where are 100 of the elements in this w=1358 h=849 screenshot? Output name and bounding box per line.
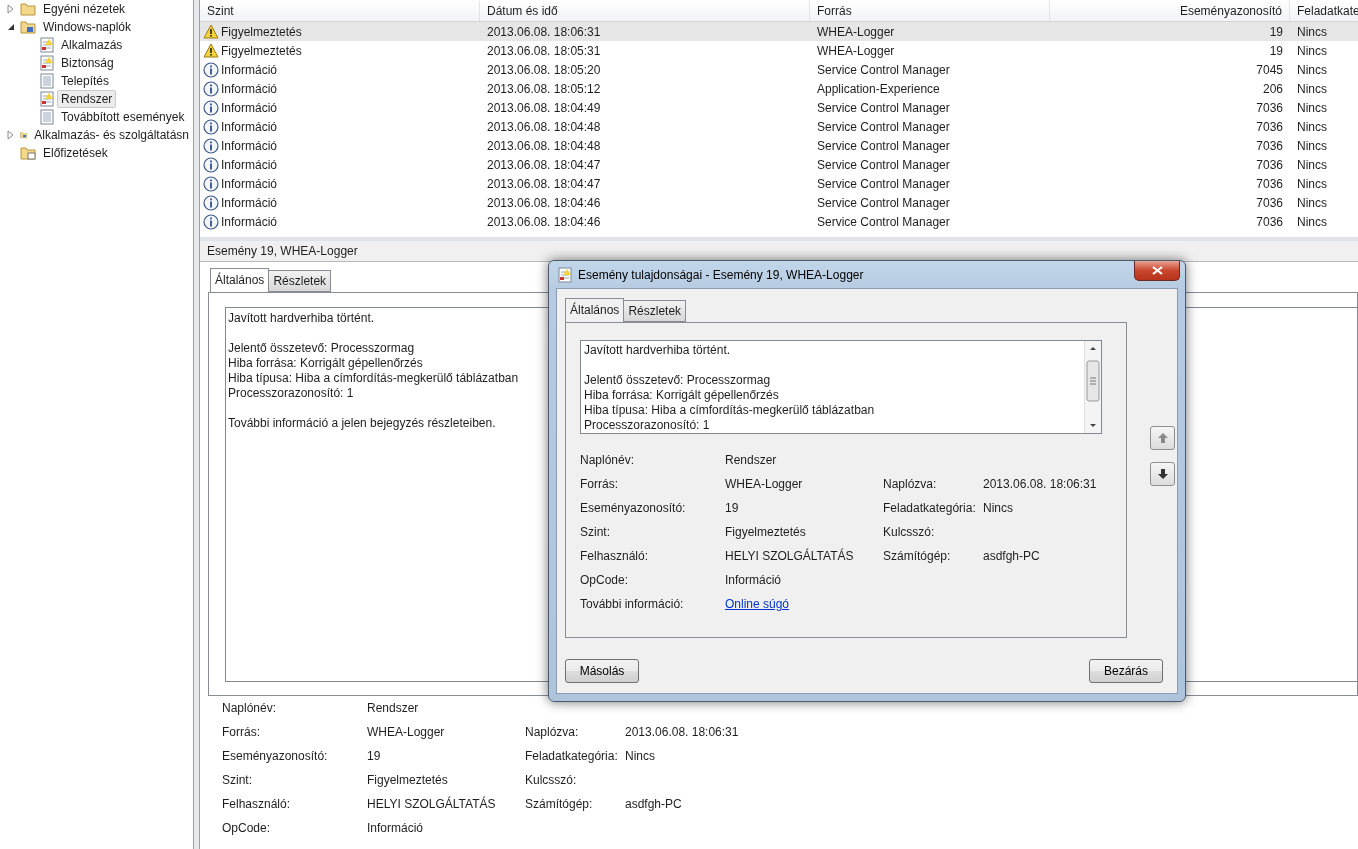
table-cell-text: Service Control Manager <box>816 100 951 115</box>
table-cell-text: Nincs <box>1296 43 1328 58</box>
table-cell-text: 2013.06.08. 18:05:20 <box>486 62 602 77</box>
field-value: Nincs <box>625 748 656 765</box>
tree-item[interactable]: Alkalmazás <box>0 36 193 54</box>
table-cell-text: Nincs <box>1296 119 1328 134</box>
message-text: Javított hardverhiba történt. <box>228 311 375 326</box>
tree-item[interactable]: Előfizetések <box>0 144 193 162</box>
table-cell-text: 7036 <box>1255 176 1284 191</box>
table-cell-text: Nincs <box>1296 176 1328 191</box>
field-label: Eseményazonosító: <box>222 748 329 765</box>
field-label: Eseményazonosító: <box>580 500 687 517</box>
previous-button[interactable] <box>1150 426 1175 450</box>
info-icon <box>203 213 219 230</box>
table-cell-text: 7036 <box>1255 100 1284 115</box>
table-cell-text: 7036 <box>1255 214 1284 229</box>
table-cell-text: 2013.06.08. 18:05:31 <box>486 43 602 58</box>
tree-item-label: Előfizetések <box>42 145 109 162</box>
table-cell-text: 7036 <box>1255 195 1284 210</box>
tree-item-label: Egyéni nézetek <box>42 1 127 18</box>
copy-button[interactable]: Másolás <box>565 659 639 683</box>
column-header[interactable]: Forrás <box>810 0 1050 21</box>
field-value: Nincs <box>983 500 1014 517</box>
field-label: Feladatkategória: <box>883 500 977 517</box>
table-cell-text: Nincs <box>1296 81 1328 96</box>
info-icon <box>203 99 219 116</box>
field-label: Szint: <box>580 524 611 541</box>
tab[interactable]: Részletek <box>268 270 332 292</box>
tree-item[interactable]: Egyéni nézetek <box>0 0 193 18</box>
table-cell-text: Nincs <box>1296 100 1328 115</box>
table-cell-text: WHEA-Logger <box>816 43 896 58</box>
field-value: 2013.06.08. 18:06:31 <box>983 476 1098 493</box>
log-icon <box>40 109 54 125</box>
tab[interactable]: Részletek <box>623 300 687 322</box>
tree-item-label: Rendszer <box>57 90 117 108</box>
column-header[interactable]: Dátum és idő <box>480 0 810 21</box>
table-cell-text: Service Control Manager <box>816 214 951 229</box>
tree-item[interactable]: Rendszer <box>0 90 193 108</box>
field-value: HELYI SZOLGÁLTATÁS <box>725 547 855 565</box>
table-cell-text: 2013.06.08. 18:04:46 <box>486 195 602 210</box>
field-label: Feladatkategória: <box>525 748 619 765</box>
tree-item[interactable]: Windows-naplók <box>0 18 193 36</box>
tree-item-label: Alkalmazás <box>60 37 124 54</box>
tree-item-label: Telepítés <box>60 73 111 90</box>
tree-item[interactable]: Telepítés <box>0 72 193 90</box>
scrollbar[interactable] <box>1084 341 1101 433</box>
splitter[interactable] <box>193 0 200 849</box>
field-value: WHEA-Logger <box>367 724 446 741</box>
help-link[interactable]: Online súgó <box>725 597 790 611</box>
log-icon <box>40 91 54 107</box>
table-cell-text: Service Control Manager <box>816 138 951 153</box>
tree-item[interactable]: Alkalmazás- és szolgáltatásn <box>0 126 193 144</box>
field-label: Kulcsszó: <box>883 524 936 541</box>
expand-icon[interactable] <box>6 4 16 14</box>
tab[interactable]: Általános <box>210 268 270 292</box>
table-cell: Információ <box>221 119 278 134</box>
event-row[interactable]: Figyelmeztetés 2013.06.08. 18:06:31 WHEA-Logger 19 Nincs <box>200 22 1358 41</box>
tree-item-label: Windows-naplók <box>42 19 133 36</box>
close-dialog-button[interactable]: Bezárás <box>1089 659 1163 683</box>
next-button[interactable] <box>1150 462 1175 486</box>
table-cell-text: Nincs <box>1296 24 1328 39</box>
message-text: Javított hardverhiba történt. <box>584 343 731 358</box>
arrow-down-icon <box>1156 468 1169 480</box>
field-value: asdfgh-PC <box>983 548 1041 565</box>
table-cell-text: 2013.06.08. 18:04:49 <box>486 100 602 115</box>
tree-item[interactable]: Továbbított események <box>0 108 193 126</box>
field-label: További információ: <box>580 596 685 613</box>
table-cell-text: 2013.06.08. 18:04:47 <box>486 176 602 191</box>
table-cell-text: WHEA-Logger <box>816 24 896 39</box>
table-cell-text: Nincs <box>1296 138 1328 153</box>
message-text: További információ a jelen bejegyzés részleteiben. <box>228 416 496 431</box>
field-value: 19 <box>367 748 382 765</box>
table-cell-text: 2013.06.08. 18:04:48 <box>486 138 602 153</box>
table-cell: Figyelmeztetés <box>221 43 302 58</box>
field-value: 19 <box>725 500 740 517</box>
tree-item[interactable]: Biztonság <box>0 54 193 72</box>
tree-item-label: Továbbított események <box>60 109 186 126</box>
table-cell-text: Service Control Manager <box>816 176 951 191</box>
field-label: Felhasználó: <box>222 796 292 813</box>
column-header[interactable]: Eseményazonosító <box>1050 0 1290 21</box>
table-cell-text: 2013.06.08. 18:06:31 <box>486 24 602 39</box>
expand-icon[interactable] <box>6 130 16 140</box>
table-cell-text: Service Control Manager <box>816 157 951 172</box>
column-header[interactable]: Szint <box>200 0 480 21</box>
info-icon <box>203 80 219 97</box>
collapse-icon[interactable] <box>6 22 16 32</box>
field-label: Számítógép: <box>883 548 952 565</box>
table-cell-text: 206 <box>1261 81 1284 96</box>
table-cell-text: Nincs <box>1296 62 1328 77</box>
info-icon <box>203 118 219 135</box>
table-cell-text: 2013.06.08. 18:04:47 <box>486 157 602 172</box>
field-label: Naplózva: <box>525 724 580 741</box>
table-cell-text: 19 <box>1268 24 1284 39</box>
tab[interactable]: Általános <box>565 298 625 322</box>
field-label: Szint: <box>222 772 253 789</box>
table-cell-text: Service Control Manager <box>816 195 951 210</box>
close-button[interactable] <box>1134 261 1180 281</box>
tree-item-label: Biztonság <box>60 55 115 72</box>
close-icon <box>1151 266 1163 275</box>
info-icon <box>203 137 219 154</box>
